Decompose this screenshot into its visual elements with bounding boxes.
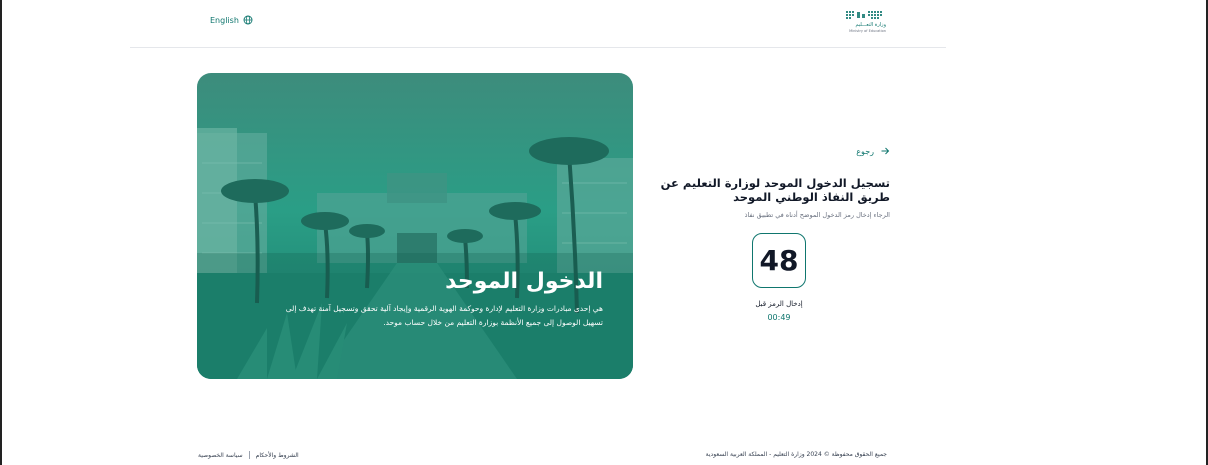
globe-icon <box>243 15 253 25</box>
footer-copyright: جميع الحقوق محفوظة © 2024 وزارة التعليم … <box>705 451 887 458</box>
footer-separator <box>248 451 250 459</box>
logo-name-text: وزارة التعـــليم <box>855 22 886 28</box>
logo-subtitle: Ministry of Education <box>849 29 886 33</box>
privacy-link[interactable]: سياسة الخصوصية <box>198 452 243 459</box>
hero-title: الدخول الموحد <box>445 269 603 294</box>
timer-label: إدخال الرمز قبل <box>755 300 803 308</box>
back-label[interactable]: رجوع <box>856 147 874 156</box>
hero-description: هي إحدى مبادرات وزارة التعليم لإدارة وحو… <box>285 304 603 327</box>
hero-banner: الدخول الموحد هي إحدى مبادرات وزارة التع… <box>197 73 633 379</box>
login-code-box: 48 <box>752 233 806 288</box>
login-title: تسجيل الدخول الموحد لوزارة التعليم عن طر… <box>660 176 890 204</box>
language-label[interactable]: English <box>210 16 239 25</box>
login-instruction: الرجاء إدخال رمز الدخول الموضح أدناه في … <box>744 211 890 219</box>
back-button[interactable]: رجوع <box>856 146 890 156</box>
terms-link[interactable]: الشروط والأحكام <box>256 452 299 459</box>
footer-links: الشروط والأحكام سياسة الخصوصية <box>198 451 299 459</box>
login-code: 48 <box>759 244 799 277</box>
timer-countdown: 00:49 <box>767 313 791 322</box>
left-border <box>0 0 2 465</box>
language-switch[interactable]: English <box>210 15 253 25</box>
campus-photo <box>197 73 633 379</box>
arrow-right-icon <box>881 147 890 155</box>
header: English وزارة التعـــليم Ministry of Edu… <box>130 0 946 48</box>
